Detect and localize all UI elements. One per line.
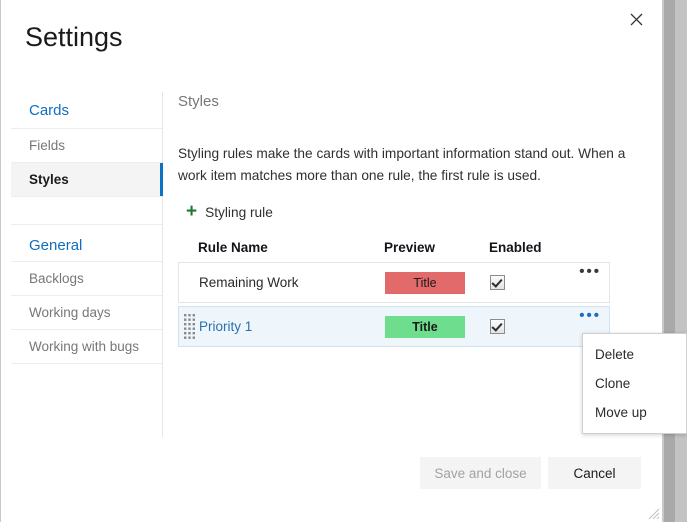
sidebar-item-label: Backlogs <box>29 271 84 286</box>
preview-badge: Title <box>385 271 465 294</box>
sidebar-item-backlogs[interactable]: Backlogs <box>11 262 162 296</box>
preview-cell: Title <box>385 315 490 338</box>
row-overflow-menu-icon[interactable]: ••• <box>579 308 601 323</box>
settings-dialog: Settings Cards Fields Styles General Bac… <box>0 0 662 522</box>
table-row[interactable]: Remaining Work Title ••• <box>178 262 610 303</box>
sidebar-group-cards: Cards <box>11 92 162 129</box>
column-header-enabled: Enabled <box>489 239 542 255</box>
dialog-footer: Save and close Cancel <box>1 444 663 522</box>
context-menu-item-delete[interactable]: Delete <box>583 340 686 369</box>
preview-badge: Title <box>385 315 465 338</box>
cancel-button[interactable]: Cancel <box>548 457 641 489</box>
sidebar-item-working-with-bugs[interactable]: Working with bugs <box>11 330 162 364</box>
rule-name-cell: Remaining Work <box>199 275 299 290</box>
column-header-preview: Preview <box>384 239 436 255</box>
preview-cell: Title <box>385 271 490 294</box>
row-context-menu: Delete Clone Move up <box>582 333 687 434</box>
sidebar-item-label: Working with bugs <box>29 339 140 354</box>
sidebar-item-label: Working days <box>29 305 111 320</box>
enabled-checkbox[interactable] <box>490 318 505 334</box>
section-description: Styling rules make the cards with import… <box>178 146 626 183</box>
sidebar-item-working-days[interactable]: Working days <box>11 296 162 330</box>
row-overflow-menu-icon[interactable]: ••• <box>579 264 601 279</box>
drag-handle-icon[interactable] <box>184 314 196 339</box>
rule-name-cell: Priority 1 <box>199 319 253 334</box>
add-styling-rule-button[interactable]: + Styling rule <box>186 201 273 222</box>
context-menu-item-clone[interactable]: Clone <box>583 369 686 398</box>
main-content: Styles Styling rules make the cards with… <box>178 92 638 242</box>
settings-sidebar: Cards Fields Styles General Backlogs Wor… <box>11 92 163 437</box>
enabled-cell <box>490 318 575 336</box>
add-styling-rule-label: Styling rule <box>205 204 273 220</box>
table-header-row: Rule Name Preview Enabled <box>178 232 610 262</box>
page-scrollbar[interactable] <box>662 0 687 522</box>
sidebar-divider <box>11 197 162 225</box>
sidebar-item-label: Styles <box>29 172 69 187</box>
page-scrollbar-thumb[interactable] <box>664 0 675 522</box>
sidebar-item-fields[interactable]: Fields <box>11 129 162 163</box>
context-menu-item-move-up[interactable]: Move up <box>583 398 686 427</box>
enabled-cell <box>490 274 575 292</box>
save-and-close-button[interactable]: Save and close <box>420 457 541 489</box>
sidebar-item-styles[interactable]: Styles <box>11 163 163 197</box>
page-title: Settings <box>25 22 123 52</box>
enabled-checkbox[interactable] <box>490 274 505 290</box>
close-icon[interactable] <box>620 4 652 34</box>
page-scrollbar-side <box>675 0 687 522</box>
sidebar-item-label: Fields <box>29 138 66 153</box>
screen-root: Settings Cards Fields Styles General Bac… <box>0 0 687 522</box>
styling-rules-table: Rule Name Preview Enabled Remaining Work… <box>178 232 610 350</box>
resize-grip-icon[interactable] <box>648 507 660 520</box>
table-row[interactable]: Priority 1 Title ••• <box>178 306 610 347</box>
section-title: Styles <box>178 93 219 110</box>
column-header-rule-name: Rule Name <box>198 239 268 255</box>
sidebar-group-general: General <box>11 225 162 262</box>
plus-icon: + <box>186 201 198 222</box>
